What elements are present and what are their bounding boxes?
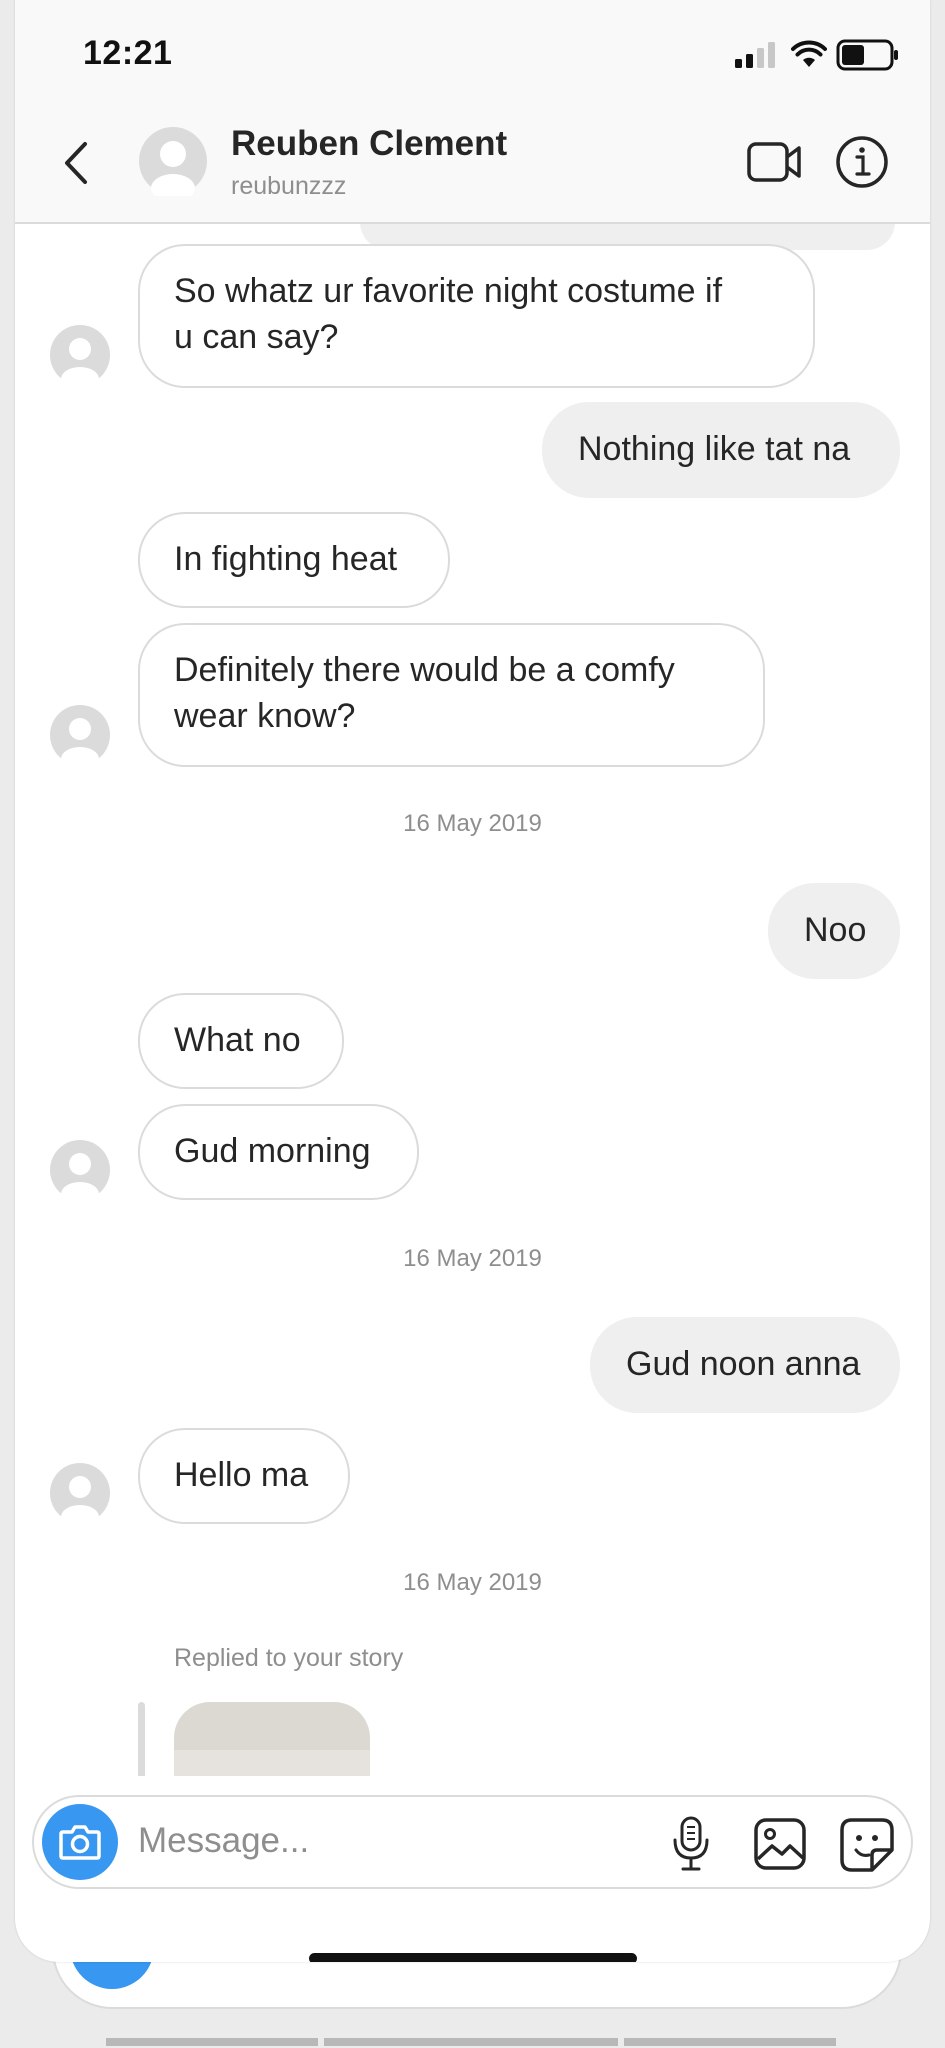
status-time: 12:21 [83, 34, 173, 72]
image-icon[interactable] [753, 1817, 807, 1871]
chevron-left-icon[interactable] [57, 138, 97, 188]
date-separator: 16 May 2019 [403, 1245, 542, 1272]
story-reply-quote-line [138, 1702, 145, 1776]
avatar[interactable] [49, 324, 111, 386]
microphone-icon[interactable] [671, 1816, 711, 1872]
story-thumbnail[interactable] [174, 1702, 370, 1776]
story-thumbnail-shade [174, 1750, 370, 1776]
avatar[interactable] [49, 1462, 111, 1524]
info-icon[interactable] [835, 135, 889, 189]
camera-icon [59, 1825, 101, 1860]
contact-name[interactable]: Reuben Clement [231, 124, 507, 164]
date-separator: 16 May 2019 [403, 810, 542, 837]
message-thread[interactable]: So whatz ur favorite night costume if u … [15, 224, 930, 1776]
message-bubble-incoming[interactable]: What no [138, 993, 344, 1089]
avatar[interactable] [138, 126, 208, 196]
direct-message-screen: 12:21 Reuben Clement reubunzzz So whatz … [15, 0, 930, 1962]
camera-button[interactable] [42, 1804, 118, 1880]
message-bubble-outgoing[interactable]: Noo [768, 883, 900, 979]
message-bubble-incoming[interactable]: Gud morning [138, 1104, 419, 1200]
message-composer [32, 1795, 913, 1889]
conversation-header: Reuben Clement reubunzzz [15, 108, 930, 224]
message-bubble-incoming[interactable]: So whatz ur favorite night costume if u … [138, 244, 815, 388]
message-bubble-incoming[interactable]: Hello ma [138, 1428, 350, 1524]
status-bar: 12:21 [15, 0, 930, 108]
battery-icon [836, 39, 898, 71]
signal-icon [735, 42, 775, 68]
message-bubble-outgoing[interactable]: Nothing like tat na [542, 402, 900, 498]
story-reply-label: Replied to your story [174, 1644, 404, 1672]
message-bubble-incoming[interactable]: Definitely there would be a comfy wear k… [138, 623, 765, 767]
video-camera-icon[interactable] [746, 138, 804, 186]
message-bubble-incoming[interactable]: In fighting heat [138, 512, 450, 608]
contact-username: reubunzzz [231, 172, 347, 200]
message-input[interactable] [138, 1811, 608, 1871]
background-tab-strip [0, 2038, 945, 2048]
message-bubble-outgoing[interactable]: Gud noon anna [590, 1317, 900, 1413]
avatar[interactable] [49, 704, 111, 766]
avatar[interactable] [49, 1139, 111, 1201]
date-separator: 16 May 2019 [403, 1569, 542, 1596]
wifi-icon [791, 40, 827, 67]
sticker-icon[interactable] [839, 1817, 895, 1873]
home-indicator [309, 1953, 637, 1962]
